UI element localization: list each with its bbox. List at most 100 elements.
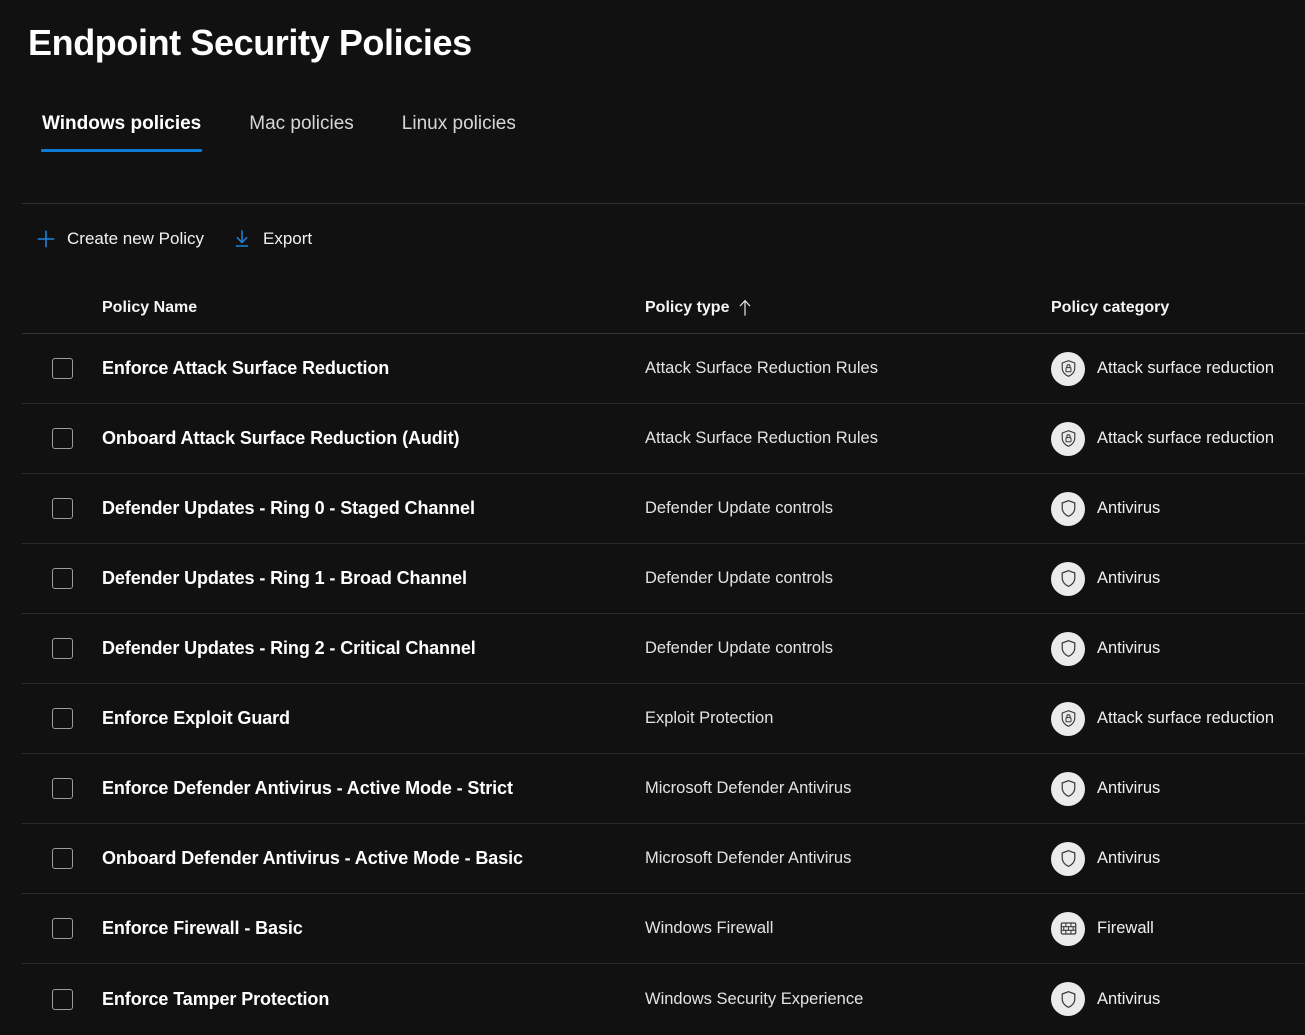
policy-name-cell: Enforce Exploit Guard <box>102 708 637 729</box>
policy-category-cell: Antivirus <box>1042 982 1305 1016</box>
policy-category-cell: Antivirus <box>1042 562 1305 596</box>
table-row[interactable]: Onboard Attack Surface Reduction (Audit)… <box>22 404 1305 474</box>
tab-linux-policies[interactable]: Linux policies <box>392 112 526 152</box>
policy-category-badge <box>1051 702 1085 736</box>
policy-name-link[interactable]: Enforce Firewall - Basic <box>102 918 303 938</box>
arrow-up-icon <box>739 299 751 316</box>
policy-category-label: Antivirus <box>1097 779 1160 798</box>
table-row[interactable]: Defender Updates - Ring 1 - Broad Channe… <box>22 544 1305 614</box>
shield-icon <box>1059 990 1078 1009</box>
row-checkbox[interactable] <box>52 918 73 939</box>
column-header-policy-name[interactable]: Policy Name <box>102 299 637 317</box>
shield-icon <box>1059 499 1078 518</box>
policy-type-cell: Windows Security Experience <box>637 990 1042 1009</box>
row-checkbox-cell <box>22 918 102 939</box>
shield-lock-icon <box>1059 429 1078 448</box>
policy-category-label: Attack surface reduction <box>1097 429 1274 448</box>
tab-label: Mac policies <box>249 113 354 134</box>
policy-type-value: Exploit Protection <box>645 709 773 727</box>
table-row[interactable]: Enforce Firewall - BasicWindows Firewall… <box>22 894 1305 964</box>
download-icon <box>232 229 252 249</box>
tab-label: Windows policies <box>42 113 201 134</box>
row-checkbox[interactable] <box>52 848 73 869</box>
create-new-policy-button[interactable]: Create new Policy <box>36 222 204 256</box>
table-body: Enforce Attack Surface Reduction Attack S… <box>22 334 1305 1034</box>
policy-name-cell: Defender Updates - Ring 2 - Critical Cha… <box>102 638 637 659</box>
policy-category-badge <box>1051 352 1085 386</box>
policy-category-cell: Attack surface reduction <box>1042 352 1305 386</box>
row-checkbox[interactable] <box>52 428 73 449</box>
export-button[interactable]: Export <box>232 222 312 256</box>
policy-name-link[interactable]: Defender Updates - Ring 2 - Critical Cha… <box>102 638 476 658</box>
row-checkbox-cell <box>22 778 102 799</box>
table-row[interactable]: Onboard Defender Antivirus - Active Mode… <box>22 824 1305 894</box>
shield-lock-icon <box>1059 359 1078 378</box>
tab-bar: Windows policies Mac policies Linux polici… <box>32 112 554 152</box>
policy-name-link[interactable]: Onboard Attack Surface Reduction (Audit) <box>102 428 459 448</box>
column-header-policy-type[interactable]: Policy type <box>637 299 1042 317</box>
tab-mac-policies[interactable]: Mac policies <box>239 112 364 152</box>
table-row[interactable]: Defender Updates - Ring 2 - Critical Cha… <box>22 614 1305 684</box>
policy-category-badge <box>1051 772 1085 806</box>
row-checkbox[interactable] <box>52 778 73 799</box>
firewall-brick-icon <box>1059 919 1078 938</box>
policy-name-cell: Defender Updates - Ring 1 - Broad Channe… <box>102 568 637 589</box>
column-header-policy-category[interactable]: Policy category <box>1042 299 1305 317</box>
column-header-policy-type-label: Policy type <box>645 299 729 317</box>
policy-name-link[interactable]: Enforce Tamper Protection <box>102 989 329 1009</box>
row-checkbox[interactable] <box>52 638 73 659</box>
policy-name-link[interactable]: Defender Updates - Ring 1 - Broad Channe… <box>102 568 467 588</box>
policy-category-cell: Antivirus <box>1042 632 1305 666</box>
policy-name-link[interactable]: Enforce Exploit Guard <box>102 708 290 728</box>
create-new-policy-label: Create new Policy <box>67 229 204 249</box>
table-row[interactable]: Enforce Defender Antivirus - Active Mode… <box>22 754 1305 824</box>
shield-icon <box>1059 639 1078 658</box>
policy-category-badge <box>1051 632 1085 666</box>
policy-name-cell: Onboard Defender Antivirus - Active Mode… <box>102 848 637 869</box>
row-checkbox-cell <box>22 498 102 519</box>
policy-type-cell: Defender Update controls <box>637 569 1042 588</box>
policy-name-cell: Enforce Attack Surface Reduction <box>102 358 637 379</box>
row-checkbox[interactable] <box>52 568 73 589</box>
policy-name-link[interactable]: Enforce Defender Antivirus - Active Mode… <box>102 778 513 798</box>
tab-label: Linux policies <box>402 113 516 134</box>
row-checkbox-cell <box>22 568 102 589</box>
export-label: Export <box>263 229 312 249</box>
row-checkbox-cell <box>22 638 102 659</box>
policy-type-value: Microsoft Defender Antivirus <box>645 779 851 797</box>
row-checkbox-cell <box>22 848 102 869</box>
policy-category-label: Attack surface reduction <box>1097 359 1274 378</box>
policy-type-cell: Microsoft Defender Antivirus <box>637 779 1042 798</box>
policy-type-value: Attack Surface Reduction Rules <box>645 359 878 377</box>
policy-name-cell: Enforce Defender Antivirus - Active Mode… <box>102 778 637 799</box>
policy-type-value: Defender Update controls <box>645 499 833 517</box>
table-row[interactable]: Enforce Tamper Protection Windows Securit… <box>22 964 1305 1034</box>
policy-name-link[interactable]: Enforce Attack Surface Reduction <box>102 358 389 378</box>
row-checkbox[interactable] <box>52 989 73 1010</box>
plus-icon <box>36 229 56 249</box>
tab-windows-policies[interactable]: Windows policies <box>32 112 211 152</box>
policy-type-value: Attack Surface Reduction Rules <box>645 429 878 447</box>
shield-icon <box>1059 779 1078 798</box>
table-header-row: Policy Name Policy type Policy category <box>22 282 1305 334</box>
policy-name-link[interactable]: Defender Updates - Ring 0 - Staged Chann… <box>102 498 475 518</box>
policy-category-badge <box>1051 842 1085 876</box>
row-checkbox[interactable] <box>52 358 73 379</box>
policy-type-value: Defender Update controls <box>645 569 833 587</box>
table-row[interactable]: Defender Updates - Ring 0 - Staged Chann… <box>22 474 1305 544</box>
policy-type-cell: Exploit Protection <box>637 709 1042 728</box>
row-checkbox[interactable] <box>52 708 73 729</box>
policy-category-badge <box>1051 912 1085 946</box>
table-row[interactable]: Enforce Attack Surface Reduction Attack S… <box>22 334 1305 404</box>
policy-category-badge <box>1051 982 1085 1016</box>
shield-icon <box>1059 569 1078 588</box>
policy-name-link[interactable]: Onboard Defender Antivirus - Active Mode… <box>102 848 523 868</box>
policy-type-cell: Microsoft Defender Antivirus <box>637 849 1042 868</box>
policy-name-cell: Enforce Tamper Protection <box>102 989 637 1010</box>
row-checkbox[interactable] <box>52 498 73 519</box>
policy-category-badge <box>1051 562 1085 596</box>
policy-category-label: Firewall <box>1097 919 1154 938</box>
row-checkbox-cell <box>22 358 102 379</box>
table-row[interactable]: Enforce Exploit GuardExploit ProtectionA… <box>22 684 1305 754</box>
policy-name-cell: Enforce Firewall - Basic <box>102 918 637 939</box>
